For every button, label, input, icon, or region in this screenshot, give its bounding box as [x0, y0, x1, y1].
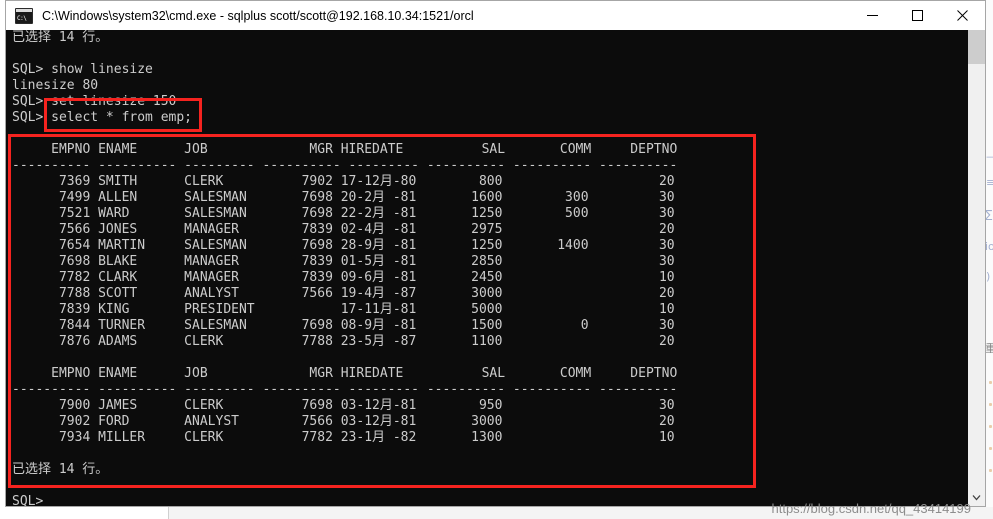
maximize-icon	[912, 10, 923, 21]
terminal-line: 7876 ADAMS CLERK 7788 23-5月 -87 1100 20	[12, 334, 675, 349]
close-button[interactable]	[940, 1, 985, 30]
background-glyph-6: 重	[985, 342, 993, 355]
watermark: https://blog.csdn.net/qq_43414199	[771, 501, 972, 516]
terminal-line: 7521 WARD SALESMAN 7698 22-2月 -81 1250 5…	[12, 206, 675, 221]
background-glyph-3: ∑	[985, 208, 993, 221]
terminal-line: 7782 CLARK MANAGER 7839 09-6月 -81 2450 1…	[12, 270, 675, 285]
window-controls	[850, 1, 985, 30]
terminal-line: EMPNO ENAME JOB MGR HIREDATE SAL COMM DE…	[12, 366, 678, 381]
terminal-line: 7900 JAMES CLERK 7698 03-12月-81 950 30	[12, 398, 675, 413]
window-title: C:\Windows\system32\cmd.exe - sqlplus sc…	[42, 8, 474, 23]
terminal-line: SQL>	[12, 494, 44, 506]
background-panel-bottom	[0, 507, 168, 519]
screen: — ≡ ∑ io ) 重 C:\ C:\Windows\system32\cmd…	[0, 0, 993, 519]
terminal-line: SQL> show linesize	[12, 62, 153, 77]
maximize-button[interactable]	[895, 1, 940, 30]
terminal-line: 7839 KING PRESIDENT 17-11月-81 5000 10	[12, 302, 675, 317]
terminal-line: linesize 80	[12, 78, 99, 93]
cmd-icon-label: C:\	[17, 14, 27, 22]
terminal-line: ---------- ---------- --------- --------…	[12, 382, 678, 397]
terminal-line: 7934 MILLER CLERK 7782 23-1月 -82 1300 10	[12, 430, 675, 445]
scrollbar-thumb[interactable]	[968, 30, 985, 64]
terminal-line: SQL> set linesize 150	[12, 94, 177, 109]
terminal-line: 7844 TURNER SALESMAN 7698 08-9月 -81 1500…	[12, 318, 675, 333]
background-glyph-4: io	[985, 240, 993, 253]
terminal-line: 7902 FORD ANALYST 7566 03-12月-81 3000 20	[12, 414, 675, 429]
terminal-line: 已选择 14 行。	[12, 462, 109, 477]
background-glyph-2: ≡	[986, 176, 993, 189]
terminal-line: 7654 MARTIN SALESMAN 7698 28-9月 -81 1250…	[12, 238, 675, 253]
terminal-line: 7566 JONES MANAGER 7839 02-4月 -81 2975 2…	[12, 222, 675, 237]
cmd-icon: C:\	[15, 7, 33, 24]
terminal-line: 7698 BLAKE MANAGER 7839 01-5月 -81 2850 3…	[12, 254, 675, 269]
terminal-line: 7788 SCOTT ANALYST 7566 19-4月 -87 3000 2…	[12, 286, 675, 301]
window-titlebar[interactable]: C:\ C:\Windows\system32\cmd.exe - sqlplu…	[6, 1, 985, 30]
console-scrollbar[interactable]	[968, 30, 985, 506]
terminal-line: SQL> select * from emp;	[12, 110, 193, 125]
minimize-icon	[867, 15, 878, 16]
terminal-line: EMPNO ENAME JOB MGR HIREDATE SAL COMM DE…	[12, 142, 678, 157]
background-column-right	[986, 0, 993, 519]
background-marker-3	[989, 425, 992, 428]
cmd-window: C:\ C:\Windows\system32\cmd.exe - sqlplu…	[5, 0, 986, 507]
chevron-down-icon	[972, 495, 981, 501]
background-marker-4	[989, 447, 992, 450]
background-marker-2	[989, 403, 992, 406]
background-marker-1	[989, 381, 992, 384]
close-icon	[957, 10, 968, 21]
scrollbar-track[interactable]	[968, 47, 985, 489]
terminal-line: 7369 SMITH CLERK 7902 17-12月-80 800 20	[12, 174, 675, 189]
minimize-button[interactable]	[850, 1, 895, 30]
background-glyph-1: —	[986, 150, 993, 163]
background-glyph-5: )	[986, 270, 991, 283]
terminal-line: 已选择 14 行。	[12, 30, 109, 45]
console-output-area[interactable]: 已选择 14 行。 SQL> show linesize linesize 80 S…	[6, 30, 985, 506]
terminal-line: ---------- ---------- --------- --------…	[12, 158, 678, 173]
terminal-text: 已选择 14 行。 SQL> show linesize linesize 80 S…	[12, 30, 677, 506]
background-marker-5	[989, 469, 992, 472]
terminal-line: 7499 ALLEN SALESMAN 7698 20-2月 -81 1600 …	[12, 190, 675, 205]
